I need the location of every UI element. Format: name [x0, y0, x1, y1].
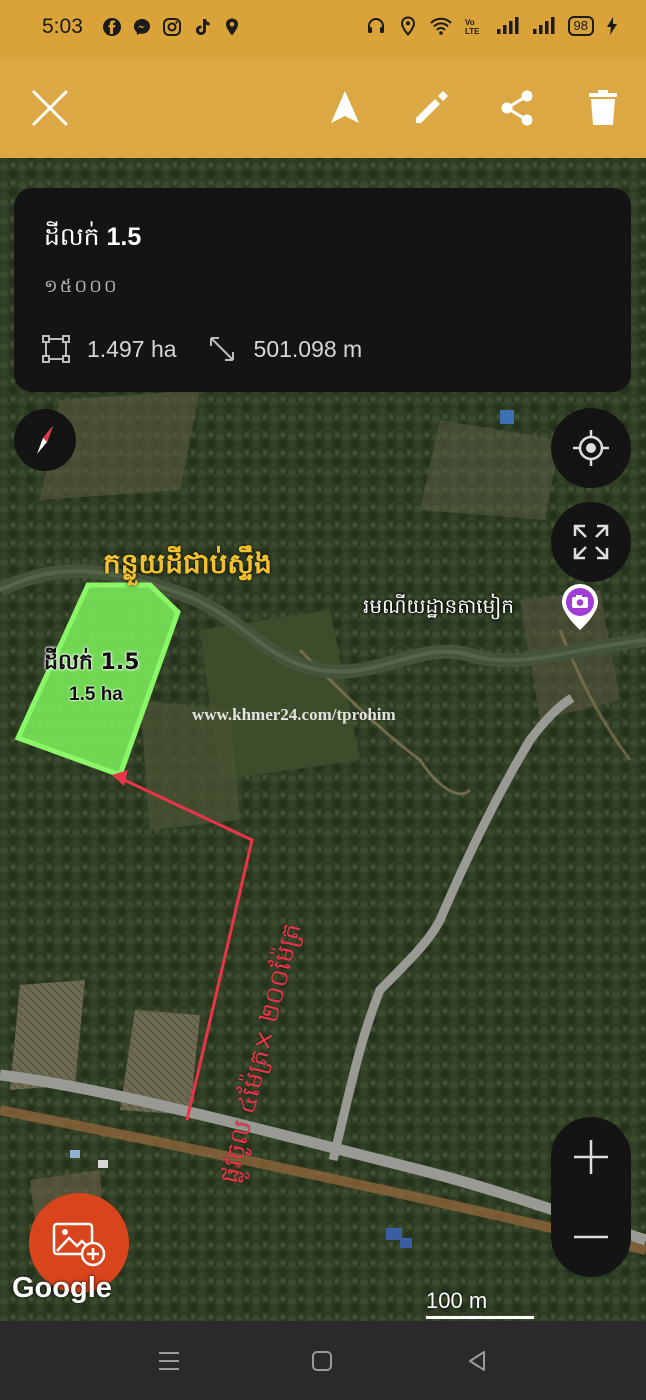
- home-icon: [312, 1351, 332, 1371]
- camera-pin-icon: [562, 584, 598, 630]
- status-right-icons: Vo LTE 98: [366, 16, 618, 36]
- info-card-title: ដីលក់ 1.5: [44, 222, 141, 258]
- charging-icon: [607, 17, 617, 35]
- locate-icon: [573, 430, 609, 466]
- status-time: 5:03: [42, 15, 83, 38]
- location-icon: [226, 18, 238, 36]
- poi-marker[interactable]: [560, 582, 600, 636]
- watermark: www.khmer24.com/tprohim: [192, 705, 396, 724]
- expand-icon: [573, 524, 609, 560]
- zoom-in-button[interactable]: [551, 1117, 631, 1197]
- minus-icon: [574, 1235, 608, 1239]
- perimeter-value: 501.098 m: [253, 335, 363, 362]
- signal-icon: [532, 17, 555, 34]
- svg-text:LTE: LTE: [465, 27, 480, 36]
- scale-label: 100 m: [426, 1288, 488, 1313]
- status-left-icons: [102, 17, 242, 37]
- info-card[interactable]: ដីលក់ 1.5 ១៥០០០ 1.497 ha 501.098 m: [14, 188, 631, 392]
- android-nav-bar: [0, 1321, 646, 1400]
- area-icon: [42, 335, 70, 363]
- plus-icon: [574, 1140, 608, 1174]
- title-value: 1.5: [106, 223, 142, 251]
- menu-icon: [159, 1352, 179, 1370]
- share-button[interactable]: [492, 83, 542, 133]
- share-icon: [501, 90, 533, 126]
- fullscreen-button[interactable]: [551, 502, 631, 582]
- close-icon: [32, 90, 68, 126]
- svg-text:Vo: Vo: [465, 18, 475, 27]
- volte-icon: VoLTE: [465, 18, 480, 36]
- tiktok-icon: [196, 19, 210, 35]
- place-label: កន្លួយដីជាប់ស្ទឹង: [103, 547, 272, 580]
- compass-button[interactable]: [14, 409, 76, 471]
- google-logo: Google: [12, 1272, 112, 1304]
- delete-icon: [589, 90, 617, 125]
- add-photo-icon: [52, 1222, 106, 1267]
- navigate-icon: [331, 91, 359, 123]
- battery-icon: 98: [567, 16, 594, 36]
- back-button[interactable]: [458, 1343, 496, 1379]
- signal-icon: [496, 17, 519, 34]
- headset-icon: [367, 18, 384, 33]
- home-button[interactable]: [303, 1343, 341, 1379]
- plot-label-title: ដីលក់ 1.5: [44, 650, 140, 675]
- menu-button[interactable]: [150, 1343, 188, 1379]
- edit-button[interactable]: [406, 83, 456, 133]
- messenger-icon: [134, 19, 150, 35]
- perimeter-icon: [209, 337, 234, 361]
- close-button[interactable]: [25, 83, 75, 133]
- my-location-button[interactable]: [551, 408, 631, 488]
- status-bar: 5:03 Vo LTE 98: [0, 0, 646, 58]
- facebook-icon: [103, 18, 121, 36]
- title-prefix: ដីលក់: [44, 223, 100, 251]
- toolbar: [0, 58, 646, 158]
- instagram-icon: [163, 18, 181, 36]
- info-card-stats: 1.497 ha 501.098 m: [42, 334, 362, 364]
- map-scale: 100 m: [426, 1288, 536, 1319]
- location-icon: [400, 16, 415, 36]
- compass-icon: [37, 426, 53, 454]
- scale-bar: [426, 1316, 534, 1319]
- info-card-subtitle: ១៥០០០: [44, 276, 119, 297]
- back-icon: [469, 1351, 485, 1371]
- edit-icon: [416, 91, 448, 123]
- delete-button[interactable]: [578, 83, 628, 133]
- zoom-control: [551, 1117, 631, 1277]
- plot-label-area: 1.5 ha: [69, 684, 123, 705]
- zoom-out-button[interactable]: [551, 1197, 631, 1277]
- wifi-icon: [429, 17, 452, 35]
- navigate-button[interactable]: [320, 83, 370, 133]
- poi-label[interactable]: រមណីយដ្ឋានតាមៀក: [363, 593, 514, 623]
- area-value: 1.497 ha: [87, 335, 177, 362]
